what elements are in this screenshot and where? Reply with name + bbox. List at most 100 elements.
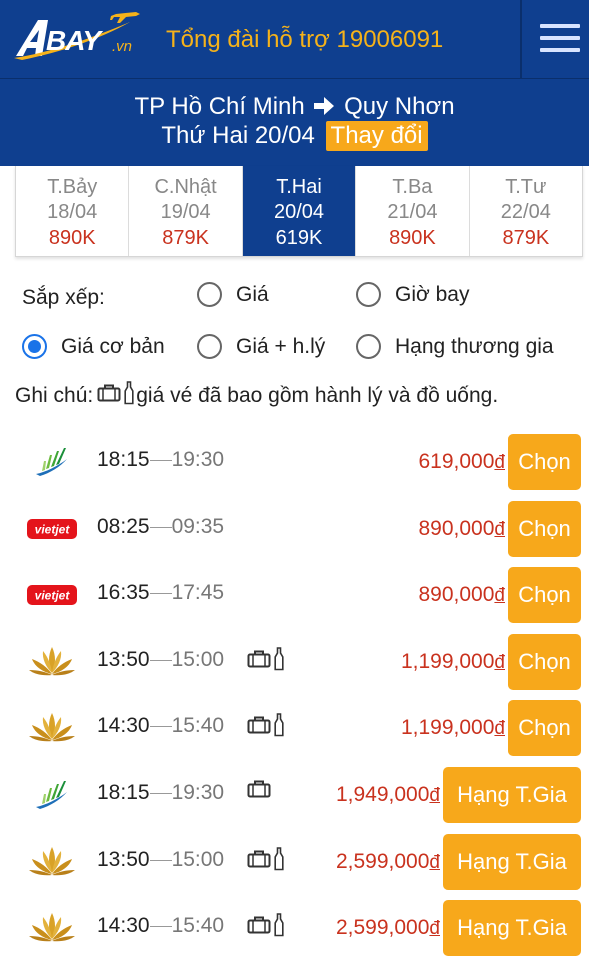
sort-time-radio[interactable]: Giờ bay	[356, 282, 469, 307]
fare-currency: đ	[429, 852, 440, 873]
sort-business-radio[interactable]: Hạng thương gia	[356, 334, 554, 359]
select-flight-button[interactable]: Chọn	[508, 634, 581, 690]
radio-label: Giá + h.lý	[236, 334, 326, 358]
note-prefix: Ghi chú:	[15, 384, 94, 407]
business-class-button[interactable]: Hạng T.Gia	[443, 767, 581, 823]
svg-text:vietjet: vietjet	[35, 523, 71, 537]
fare-amount: 1,199,000	[400, 716, 495, 739]
fare-amount: 890,000	[418, 583, 495, 606]
time-separator	[149, 925, 172, 927]
radio-label: Hạng thương gia	[395, 334, 554, 358]
change-date-button[interactable]: Thay đổi	[325, 121, 428, 151]
flight-row[interactable]: 18:15 19:30 1,949,000đ Hạng T.Gia	[0, 766, 589, 824]
arrival-time: 19:30	[171, 448, 225, 471]
fare-currency: đ	[494, 452, 505, 473]
select-flight-button[interactable]: Chọn	[508, 567, 581, 623]
route-to: Quy Nhơn	[344, 93, 455, 120]
flight-times: 13:50 15:00	[97, 848, 224, 872]
flight-row[interactable]: 13:50 15:00 1,199,000đ Chọn	[0, 633, 589, 691]
arrival-time: 19:30	[171, 781, 225, 804]
time-separator	[149, 859, 172, 861]
fare-currency: đ	[429, 918, 440, 939]
select-flight-button[interactable]: Chọn	[508, 501, 581, 557]
time-separator	[149, 725, 172, 727]
fare-amount: 1,199,000	[400, 650, 495, 673]
arrival-time: 09:35	[171, 515, 225, 538]
fare-currency: đ	[494, 519, 505, 540]
date-tab-price: 619K	[275, 227, 323, 249]
arrival-time: 15:00	[171, 848, 225, 871]
date-tabs: T.Bảy 18/04 890K C.Nhật 19/04 879K T.Hai 20/04 6…	[15, 166, 583, 257]
route-date: Thứ Hai 20/04	[161, 122, 315, 149]
date-tab[interactable]: C.Nhật 19/04 879K	[129, 166, 243, 256]
business-class-button[interactable]: Hạng T.Gia	[443, 900, 581, 956]
date-tab-price: 879K	[502, 227, 550, 249]
abay-logo[interactable]: BAY .vn	[12, 8, 142, 63]
included-services	[247, 713, 284, 742]
fare-currency: đ	[494, 718, 505, 739]
luggage-icon	[247, 716, 271, 739]
included-services	[247, 847, 284, 876]
flight-row[interactable]: 13:50 15:00 2,599,000đ Hạng T.Gia	[0, 833, 589, 891]
fare-price: 1,199,000đ	[401, 716, 505, 740]
date-tab[interactable]: T.Ba 21/04 890K	[356, 166, 470, 256]
radio-circle[interactable]	[356, 282, 381, 307]
drink-bottle-icon	[274, 913, 284, 942]
flight-times: 18:15 19:30	[97, 781, 224, 805]
business-class-button[interactable]: Hạng T.Gia	[443, 834, 581, 890]
arrival-time: 17:45	[171, 581, 225, 604]
flight-row[interactable]: 18:15 19:30 619,000đ Chọn	[0, 433, 589, 491]
flight-row[interactable]: 14:30 15:40 1,199,000đ Chọn	[0, 699, 589, 757]
hotline-text[interactable]: Tổng đài hỗ trợ 19006091	[166, 26, 443, 54]
bamboo-airways-logo	[26, 778, 78, 812]
departure-time: 18:15	[97, 448, 150, 471]
sort-label: Sắp xếp:	[22, 286, 105, 309]
fare-price: 1,199,000đ	[401, 650, 505, 674]
logo-suffix: .vn	[112, 38, 133, 55]
radio-label: Giá cơ bản	[61, 334, 165, 358]
note-icons	[97, 381, 134, 411]
vietnam-airlines-logo	[26, 911, 78, 945]
fare-amount: 619,000	[418, 450, 495, 473]
select-flight-button[interactable]: Chọn	[508, 700, 581, 756]
sort-base-price-radio[interactable]: Giá cơ bản	[22, 334, 165, 359]
date-tab[interactable]: T.Hai 20/04 619K	[242, 166, 357, 256]
radio-circle[interactable]	[22, 334, 47, 359]
arrow-right-icon	[313, 95, 335, 123]
time-separator	[149, 659, 172, 661]
radio-circle[interactable]	[356, 334, 381, 359]
baggage-note: Ghi chú: giá vé đã bao gồm hành lý và đồ…	[15, 381, 498, 411]
menu-divider	[520, 0, 522, 78]
fare-price: 2,599,000đ	[336, 850, 440, 874]
time-separator	[149, 792, 172, 794]
radio-circle[interactable]	[197, 282, 222, 307]
drink-bottle-icon	[274, 713, 284, 742]
date-tab-date: 20/04	[273, 201, 325, 223]
flight-times: 14:30 15:40	[97, 714, 224, 738]
date-tab-date: 22/04	[500, 201, 551, 223]
fare-amount: 890,000	[418, 517, 495, 540]
flight-row[interactable]: vietjet 16:35 17:45 890,000đ Chọn	[0, 566, 589, 624]
sort-price-radio[interactable]: Giá	[197, 282, 269, 307]
sort-price-baggage-radio[interactable]: Giá + h.lý	[197, 334, 325, 359]
date-tab-price: 890K	[48, 227, 96, 249]
arrival-time: 15:00	[171, 648, 225, 671]
fare-price: 1,949,000đ	[336, 783, 440, 807]
departure-time: 08:25	[97, 515, 150, 538]
radio-circle[interactable]	[197, 334, 222, 359]
included-services	[247, 913, 284, 942]
arrival-time: 15:40	[171, 914, 225, 937]
radio-label: Giờ bay	[395, 282, 470, 306]
date-tab[interactable]: T.Bảy 18/04 890K	[16, 166, 130, 256]
date-tab[interactable]: T.Tư 22/04 879K	[470, 166, 582, 256]
flight-row[interactable]: 14:30 15:40 2,599,000đ Hạng T.Gia	[0, 899, 589, 957]
luggage-icon	[247, 780, 271, 803]
date-tab-date: 19/04	[160, 201, 211, 223]
select-flight-button[interactable]: Chọn	[508, 434, 581, 490]
flight-row[interactable]: vietjet 08:25 09:35 890,000đ Chọn	[0, 500, 589, 558]
route-summary: TP Hồ Chí Minh Quy Nhơn Thứ Hai 20/04 Th…	[0, 78, 589, 166]
flight-times: 16:35 17:45	[97, 581, 224, 605]
hamburger-menu-icon[interactable]	[540, 22, 580, 56]
included-services	[247, 780, 271, 803]
date-tab-day: T.Bảy	[47, 176, 98, 198]
